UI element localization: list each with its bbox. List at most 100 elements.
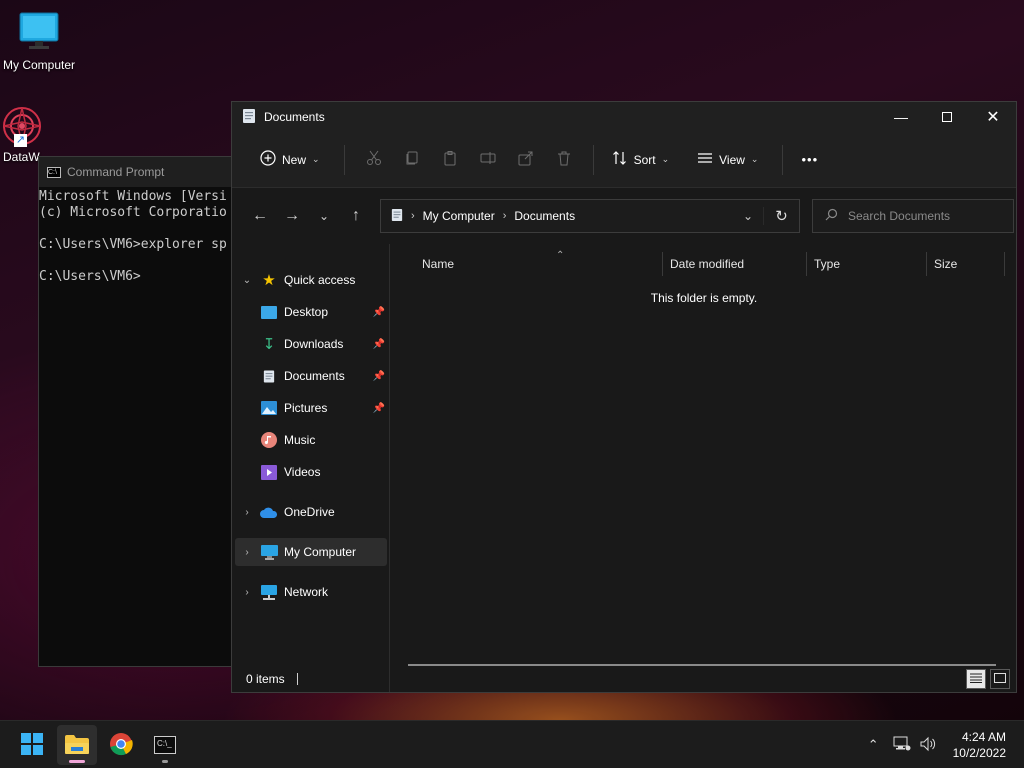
breadcrumb-my-computer[interactable]: My Computer (423, 209, 495, 223)
nav-documents[interactable]: Documents 📌 (232, 362, 387, 390)
address-bar[interactable]: › My Computer › Documents ⌄ ↻ (380, 199, 800, 233)
breadcrumb-documents[interactable]: Documents (514, 209, 575, 223)
view-button[interactable]: View ⌄ (689, 144, 766, 175)
terminal-icon: C:\ (47, 166, 61, 178)
maximize-button[interactable] (924, 102, 970, 132)
clock[interactable]: 4:24 AM 10/2/2022 (953, 729, 1006, 761)
document-icon (260, 367, 278, 385)
new-button[interactable]: New ⌄ (252, 144, 328, 175)
column-divider[interactable] (1004, 252, 1005, 276)
up-button[interactable]: ↑ (340, 200, 372, 232)
cmd-line: C:\Users\VM6> (39, 269, 141, 284)
nav-label: Desktop (284, 305, 329, 319)
nav-onedrive[interactable]: › OneDrive (232, 498, 387, 526)
toolbar-divider (782, 144, 784, 175)
tiles-view-icon (994, 672, 1006, 686)
file-explorer-window[interactable]: Documents — ✕ New ⌄ Sort ⌄ View ⌄ ••• ← … (231, 101, 1017, 693)
show-hidden-icons-button[interactable]: ⌃ (868, 737, 879, 753)
nav-network[interactable]: › Network (232, 578, 387, 606)
paste-button[interactable] (435, 145, 465, 175)
nav-label: Videos (284, 465, 321, 479)
chevron-right-icon: › (502, 210, 507, 222)
column-size[interactable]: Size (928, 252, 1004, 276)
empty-folder-message: This folder is empty. (650, 291, 758, 305)
column-header-row: Name ⌃ Date modified Type Size (390, 244, 1016, 278)
nav-music[interactable]: Music (232, 426, 387, 454)
forward-button[interactable]: → (276, 200, 308, 232)
command-bar: New ⌄ Sort ⌄ View ⌄ ••• (232, 132, 1016, 188)
nav-label: Pictures (284, 401, 328, 415)
copy-icon (404, 150, 420, 169)
sort-label: Sort (633, 152, 656, 167)
sort-button[interactable]: Sort ⌄ (604, 144, 678, 175)
column-name-label: Name (422, 257, 455, 271)
chevron-right-icon[interactable]: › (240, 547, 254, 558)
search-box[interactable]: Search Documents (812, 199, 1014, 233)
music-icon (260, 431, 278, 449)
close-button[interactable]: ✕ (970, 102, 1016, 132)
arrow-left-icon: ← (252, 207, 268, 224)
minimize-button[interactable]: — (878, 102, 924, 132)
trash-icon (556, 150, 572, 169)
back-button[interactable]: ← (244, 200, 276, 232)
cloud-icon (260, 503, 278, 521)
navigation-pane[interactable]: ⌄ ★ Quick access Desktop 📌 ↧ Downloads 📌… (232, 244, 390, 692)
arrow-up-icon: ↑ (352, 207, 360, 224)
address-dropdown-button[interactable]: ⌄ (733, 209, 763, 223)
rename-button[interactable] (473, 145, 503, 175)
taskbar-file-explorer[interactable] (57, 725, 97, 765)
pin-icon: 📌 (372, 338, 385, 350)
nav-my-computer[interactable]: › My Computer (235, 538, 387, 566)
details-view-button[interactable] (966, 669, 986, 689)
taskbar-chrome[interactable] (101, 725, 141, 765)
mandala-app-icon: ↗ (0, 104, 44, 148)
nav-label: OneDrive (284, 505, 335, 519)
command-prompt-window[interactable]: C:\ Command Prompt Microsoft Windows [Ve… (38, 156, 238, 667)
column-date-modified[interactable]: Date modified (664, 252, 804, 276)
nav-label: Downloads (284, 337, 344, 351)
recent-locations-button[interactable]: ⌄ (308, 200, 340, 232)
chevron-down-icon: ⌄ (318, 209, 330, 223)
network-status-icon[interactable] (893, 736, 911, 755)
share-button[interactable] (511, 145, 541, 175)
cmd-titlebar[interactable]: C:\ Command Prompt (39, 157, 237, 187)
plus-circle-icon (260, 150, 276, 169)
nav-pictures[interactable]: Pictures 📌 (232, 394, 387, 422)
column-type[interactable]: Type (808, 252, 926, 276)
refresh-button[interactable]: ↻ (763, 207, 799, 225)
desktop-icon-my-computer[interactable]: My Computer (0, 10, 78, 72)
start-button[interactable] (12, 725, 52, 765)
taskbar-command-prompt[interactable]: C:\_ (145, 725, 185, 765)
taskbar: C:\_ ⌃ 4:24 AM 10/2/2022 (0, 720, 1024, 768)
chevron-down-icon[interactable]: ⌄ (240, 275, 254, 286)
column-divider[interactable] (662, 252, 663, 276)
column-name[interactable]: Name ⌃ (416, 250, 656, 276)
nav-downloads[interactable]: ↧ Downloads 📌 (232, 330, 387, 358)
clock-date: 10/2/2022 (952, 746, 1006, 760)
explorer-titlebar[interactable]: Documents — ✕ (232, 102, 1016, 132)
tiles-view-button[interactable] (990, 669, 1010, 689)
cut-button[interactable] (359, 145, 389, 175)
picture-icon (260, 399, 278, 417)
chevron-right-icon[interactable]: › (240, 587, 254, 598)
volume-icon[interactable] (919, 736, 937, 755)
terminal-icon: C:\_ (154, 736, 176, 754)
column-divider[interactable] (806, 252, 807, 276)
nav-quick-access[interactable]: ⌄ ★ Quick access (232, 266, 387, 294)
column-type-label: Type (814, 257, 841, 271)
chevron-right-icon[interactable]: › (240, 507, 254, 518)
close-icon: ✕ (986, 109, 1000, 126)
file-list[interactable]: Name ⌃ Date modified Type Size This fold… (390, 244, 1016, 692)
cmd-output[interactable]: Microsoft Windows [Versi (c) Microsoft C… (39, 187, 237, 285)
more-options-button[interactable]: ••• (793, 146, 826, 173)
network-icon (260, 583, 278, 601)
chevron-down-icon: ⌄ (750, 154, 759, 164)
nav-desktop[interactable]: Desktop 📌 (232, 298, 387, 326)
column-divider[interactable] (926, 252, 927, 276)
nav-videos[interactable]: Videos (232, 458, 387, 486)
copy-button[interactable] (397, 145, 427, 175)
toolbar-divider (343, 144, 345, 175)
delete-button[interactable] (549, 145, 579, 175)
desktop-icon-dataw[interactable]: ↗ DataW (0, 104, 44, 164)
more-dots-icon: ••• (801, 152, 819, 167)
